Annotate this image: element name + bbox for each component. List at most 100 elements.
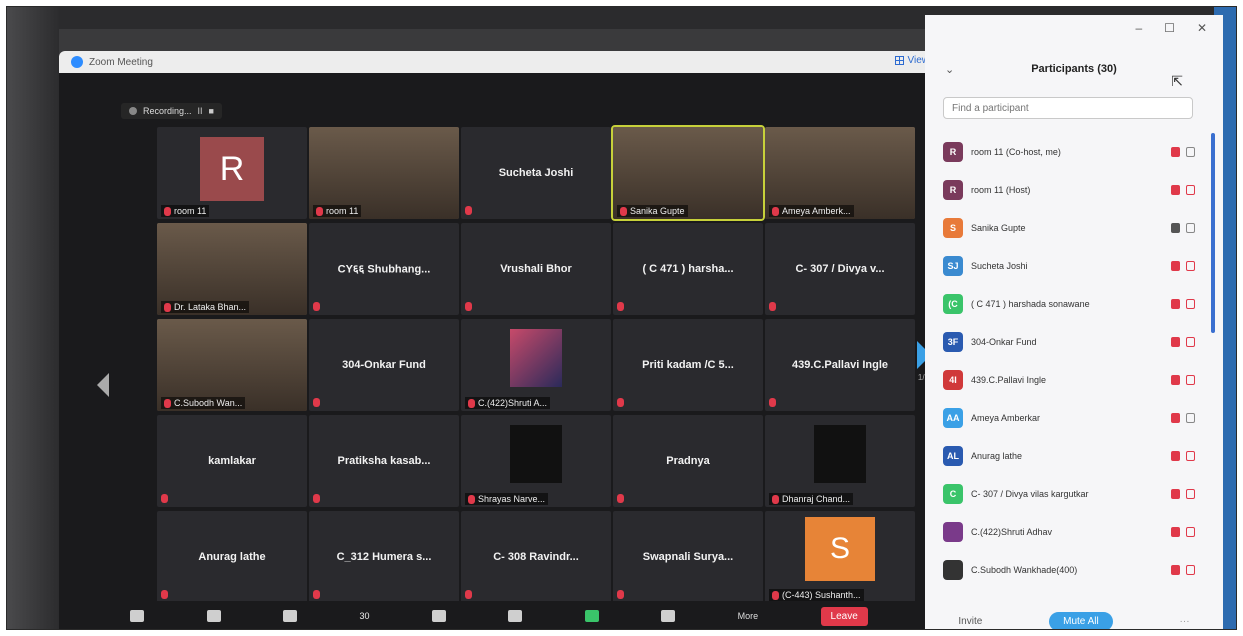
participant-tile[interactable]: C.Subodh Wan... [157,319,307,411]
chat-bubble-icon [508,609,523,622]
participant-name: 304-Onkar Fund [342,359,426,371]
participant-label: Dhanraj Chand... [769,492,854,505]
participant-tile[interactable]: Pradnya [613,415,763,507]
participant-tile[interactable]: C- 308 Ravindr... [461,511,611,603]
participant-name: Sanika Gupte [971,223,1026,233]
participant-row[interactable]: C.(422)Shruti Adhav [943,513,1195,551]
participant-row[interactable]: AL Anurag lathe [943,437,1195,475]
video-thumbnail [510,329,562,387]
search-input[interactable] [943,97,1193,119]
participant-tile[interactable]: C_312 Humera s... [309,511,459,603]
participant-row[interactable]: C C- 307 / Divya vilas kargutkar [943,475,1195,513]
participant-label: Sanika Gupte [617,204,688,217]
muted-mic-icon [617,494,624,503]
muted-mic-icon [313,302,320,311]
close-icon[interactable]: ✕ [1197,21,1207,35]
participant-row[interactable]: C.Subodh Wankhade(400) [943,551,1195,589]
participant-status-icons [1171,185,1195,195]
window-title: Zoom Meeting [89,56,153,68]
maximize-icon[interactable]: ☐ [1164,21,1175,35]
participant-name: C- 308 Ravindr... [493,551,579,563]
view-button[interactable]: View [894,55,929,66]
participant-name: Swapnali Surya... [642,551,734,563]
participant-tile[interactable]: Sucheta Joshi [461,127,611,219]
participant-tile[interactable]: 304-Onkar Fund [309,319,459,411]
participant-row[interactable]: AA Ameya Amberkar [943,399,1195,437]
participant-tile[interactable]: Priti kadam /C 5... [613,319,763,411]
polls-button[interactable] [431,609,446,623]
participant-tile[interactable]: Dr. Lataka Bhan... [157,223,307,315]
avatar: R [943,180,963,200]
leave-button[interactable]: Leave [820,606,868,626]
participant-row[interactable]: Rroom 11 (Co-host, me) [943,133,1195,171]
participant-row[interactable]: 3F 304-Onkar Fund [943,323,1195,361]
participant-tile[interactable]: Dhanraj Chand... [765,415,915,507]
participant-row[interactable]: Rroom 11 (Host) [943,171,1195,209]
muted-mic-icon [164,399,171,408]
participants-button[interactable]: 30 [359,611,369,621]
participant-label: Ameya Amberk... [769,204,854,217]
participant-tile[interactable]: Rroom 11 [157,127,307,219]
chat-button[interactable] [508,609,523,623]
microphone-icon [1171,147,1180,157]
previous-page-arrow-icon[interactable] [97,373,109,397]
participant-tile[interactable]: CY६६ Shubhang... [309,223,459,315]
participant-tile[interactable]: Sanika Gupte [611,125,765,221]
video-thumbnail [510,425,562,483]
recording-indicator: Recording... II ■ [121,103,222,119]
muted-mic-icon [161,494,168,503]
participant-label-text: C.(422)Shruti A... [478,397,548,408]
camera-icon [1186,489,1195,499]
participant-status-icons [1171,451,1195,461]
participant-tile[interactable]: Anurag lathe [157,511,307,603]
participant-tile[interactable]: S (C-443) Sushanth... [765,511,915,603]
mute-button[interactable] [130,609,145,623]
more-options-icon[interactable]: ··· [1180,616,1190,627]
video-button[interactable] [206,609,221,623]
scrollbar[interactable] [1211,133,1215,333]
participant-tile[interactable]: C.(422)Shruti A... [461,319,611,411]
participant-name: Pratiksha kasab... [337,455,431,467]
security-button[interactable] [283,609,298,623]
participant-label: (C-443) Sushanth... [769,588,864,601]
more-label: More [737,611,759,621]
minimize-icon[interactable]: – [1135,21,1142,35]
participant-tile[interactable]: Swapnali Surya... [613,511,763,603]
participant-row[interactable]: (C ( C 471 ) harshada sonawane [943,285,1195,323]
stop-recording-button[interactable]: ■ [209,106,214,116]
participant-tile[interactable]: Ameya Amberk... [765,127,915,219]
participant-label-text: Dr. Lataka Bhan... [174,301,247,312]
avatar: AL [943,446,963,466]
participant-row[interactable]: SJ Sucheta Joshi [943,247,1195,285]
shield-icon [283,609,298,622]
avatar: SJ [943,256,963,276]
participant-tile[interactable]: room 11 [309,127,459,219]
mouse-cursor-icon: ⇱ [1171,73,1183,89]
participant-tile[interactable]: C- 307 / Divya v... [765,223,915,315]
participant-label: room 11 [313,204,362,217]
pause-recording-button[interactable]: II [198,106,203,116]
microphone-icon [1171,375,1180,385]
participant-tile[interactable]: 439.C.Pallavi Ingle [765,319,915,411]
more-button[interactable]: More [738,611,759,621]
participant-status-icons [1171,375,1195,385]
invite-button[interactable]: Invite [958,616,982,627]
muted-mic-icon [769,398,776,407]
participant-tile[interactable]: Shrayas Narve... [461,415,611,507]
participant-name: 304-Onkar Fund [971,337,1037,347]
avatar [943,522,963,542]
participant-tile[interactable]: kamlakar [157,415,307,507]
participant-tile[interactable]: ( C 471 ) harsha... [613,223,763,315]
participant-tile[interactable]: Vrushali Bhor [461,223,611,315]
muted-mic-icon [620,207,627,216]
camera-icon [1186,451,1195,461]
share-screen-button[interactable] [584,609,599,623]
participant-row[interactable]: S Sanika Gupte [943,209,1195,247]
reactions-button[interactable] [661,609,676,623]
muted-mic-icon [465,206,472,215]
participant-tile[interactable]: Pratiksha kasab... [309,415,459,507]
muted-mic-icon [617,590,624,599]
participant-name: Priti kadam /C 5... [642,359,734,371]
participant-row[interactable]: 4I 439.C.Pallavi Ingle [943,361,1195,399]
mute-all-button[interactable]: Mute All [1049,612,1113,629]
